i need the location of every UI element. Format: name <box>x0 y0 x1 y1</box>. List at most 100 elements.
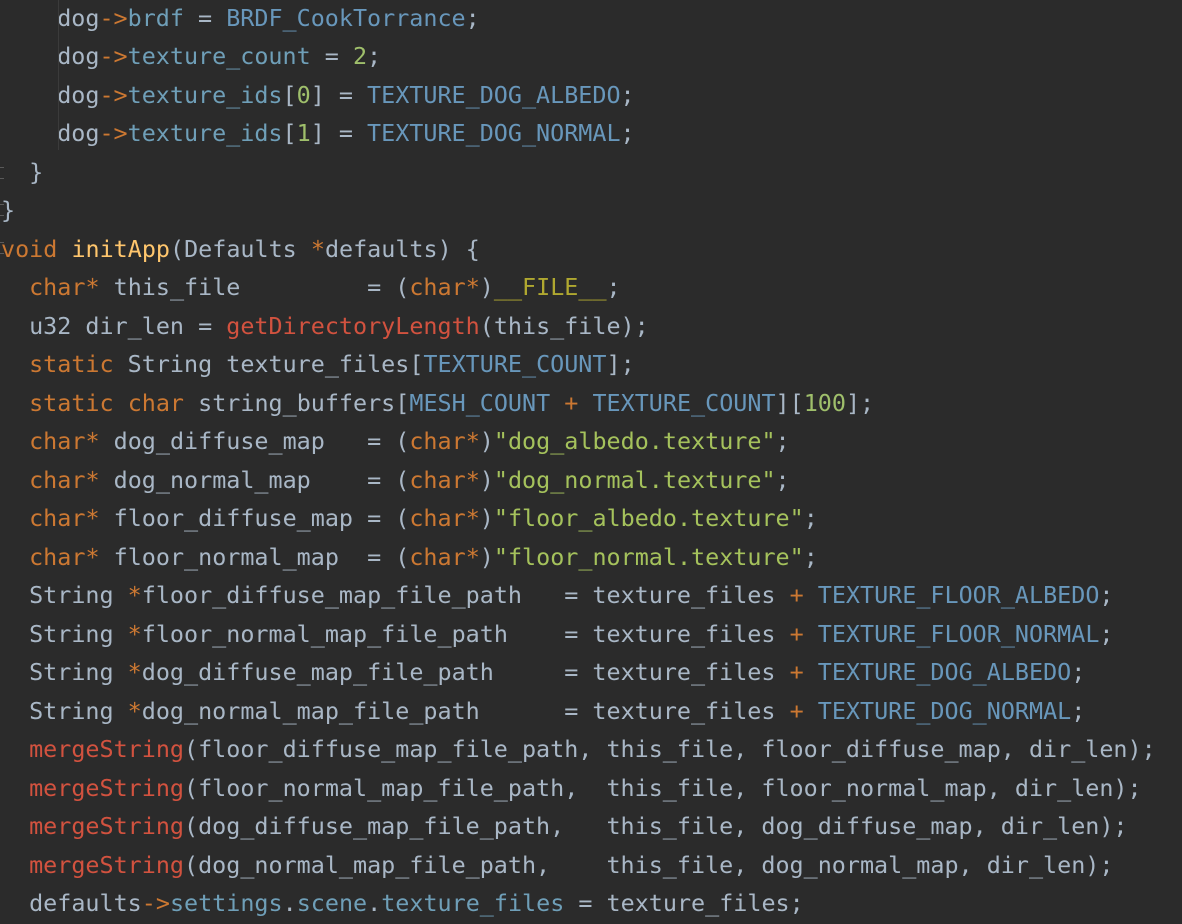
code-token: dog_normal_map = ( <box>99 465 410 494</box>
fold-marker-icon[interactable] <box>0 242 4 254</box>
code-token: char <box>409 542 466 571</box>
code-token: dog_normal_map_file_path = texture_files <box>141 696 790 725</box>
fold-marker-icon[interactable] <box>0 204 4 216</box>
code-line[interactable]: defaults->settings.scene.texture_files =… <box>29 884 804 922</box>
code-token: * <box>85 427 100 455</box>
fold-marker-icon[interactable] <box>0 167 4 179</box>
code-token: floor_diffuse_map = ( <box>99 504 410 532</box>
code-line[interactable]: dog->texture_count = 2; <box>57 37 381 75</box>
code-line[interactable]: mergeString(floor_normal_map_file_path, … <box>29 769 1142 807</box>
code-token: ] = <box>310 80 368 109</box>
code-line[interactable]: dog->texture_ids[0] = TEXTURE_DOG_ALBEDO… <box>57 76 634 114</box>
code-token: String <box>29 581 128 609</box>
code-token: ; <box>803 504 818 532</box>
code-token: 2 <box>352 42 368 70</box>
code-line[interactable]: String *dog_diffuse_map_file_path = text… <box>29 653 1085 691</box>
code-token: char <box>29 465 86 494</box>
code-line[interactable]: u32 dir_len = getDirectoryLength(this_fi… <box>29 307 649 345</box>
code-line[interactable]: dog->texture_ids[1] = TEXTURE_DOG_NORMAL… <box>57 114 634 152</box>
code-token: -> <box>99 3 128 32</box>
code-token: dog <box>57 80 100 109</box>
code-token: + <box>789 619 804 648</box>
code-token: TEXTURE_DOG_NORMAL <box>367 119 621 147</box>
code-token: TEXTURE_FLOOR_NORMAL <box>817 619 1100 648</box>
code-line[interactable]: dog->brdf = BRDF_CookTorrance; <box>57 0 480 37</box>
code-token: = texture_files; <box>564 889 804 917</box>
code-token: * <box>85 504 100 532</box>
code-token: __FILE__ <box>493 273 607 301</box>
code-token: ; <box>620 119 635 147</box>
code-line[interactable]: } <box>29 153 43 191</box>
code-token: (floor_normal_map_file_path, this_file, … <box>184 773 1142 802</box>
code-token: 0 <box>296 80 311 109</box>
code-token: char <box>29 273 86 301</box>
code-token: char <box>409 427 466 455</box>
code-token: ]; <box>845 388 875 417</box>
code-line[interactable]: mergeString(dog_normal_map_file_path, th… <box>29 846 1113 884</box>
code-token: -> <box>99 42 128 70</box>
code-line[interactable]: char* dog_diffuse_map = (char*)"dog_albe… <box>29 422 790 460</box>
code-token: TEXTURE_COUNT <box>423 350 607 378</box>
code-line[interactable]: char* floor_normal_map = (char*)"floor_n… <box>29 538 818 576</box>
code-token: * <box>85 542 100 571</box>
code-token: * <box>465 542 480 571</box>
code-token: (dog_diffuse_map_file_path, this_file, d… <box>184 812 1128 840</box>
code-token: 1 <box>296 119 311 147</box>
code-token: TEXTURE_DOG_ALBEDO <box>817 658 1072 686</box>
code-token: . <box>367 889 382 917</box>
code-line[interactable]: mergeString(floor_diffuse_map_file_path,… <box>29 730 1156 768</box>
code-token: ; <box>1071 696 1086 725</box>
code-token: . <box>282 889 297 917</box>
code-token: mergeString <box>29 735 184 763</box>
code-token: defaults <box>29 889 142 917</box>
code-token: initApp <box>71 234 171 263</box>
code-token: char <box>127 388 185 417</box>
code-token: ; <box>803 542 818 571</box>
code-token: * <box>465 427 480 455</box>
code-token: string_buffers[ <box>184 388 410 417</box>
code-line[interactable]: char* floor_diffuse_map = (char*)"floor_… <box>29 499 818 537</box>
code-token: texture_count <box>127 42 311 70</box>
code-token: TEXTURE_FLOOR_ALBEDO <box>817 581 1100 609</box>
code-token: * <box>127 658 142 686</box>
code-token: ; <box>1099 619 1114 648</box>
code-token: scene <box>296 889 368 917</box>
code-line[interactable]: void initApp(Defaults *defaults) { <box>1 230 480 268</box>
code-token: ][ <box>775 388 804 417</box>
code-token: = <box>310 42 353 70</box>
code-line[interactable]: char* dog_normal_map = (char*)"dog_norma… <box>29 461 790 499</box>
code-token: char <box>29 427 86 455</box>
code-token: + <box>564 388 579 417</box>
code-token: char <box>29 542 86 571</box>
code-line[interactable]: String *floor_normal_map_file_path = tex… <box>29 615 1113 653</box>
code-token: MESH_COUNT <box>409 388 551 417</box>
code-token: texture_files <box>381 889 565 917</box>
code-token: String <box>29 619 128 648</box>
code-token: + <box>789 581 804 609</box>
code-line[interactable]: String *floor_diffuse_map_file_path = te… <box>29 576 1113 614</box>
code-line[interactable]: mergeString(dog_diffuse_map_file_path, t… <box>29 807 1127 845</box>
code-token: -> <box>99 80 128 109</box>
code-line[interactable]: static char string_buffers[MESH_COUNT + … <box>29 384 874 422</box>
code-token: defaults) { <box>324 234 480 263</box>
code-token: texture_ids <box>127 119 283 147</box>
code-token: ) <box>479 504 494 532</box>
code-token: mergeString <box>29 812 184 840</box>
code-token: String <box>29 696 128 725</box>
code-token: this_file = ( <box>99 273 410 301</box>
code-line[interactable]: static String texture_files[TEXTURE_COUN… <box>29 345 635 383</box>
code-token: ; <box>1099 581 1114 609</box>
code-token: mergeString <box>29 773 184 802</box>
code-token: ; <box>367 42 382 70</box>
code-token: mergeString <box>29 850 184 879</box>
code-line[interactable]: String *dog_normal_map_file_path = textu… <box>29 692 1085 730</box>
code-line[interactable]: char* this_file = (char*)__FILE__; <box>29 268 621 306</box>
code-token: (Defaults <box>170 234 311 263</box>
code-editor[interactable]: dog->brdf = BRDF_CookTorrance; dog->textu… <box>0 0 1182 924</box>
code-token: floor_normal_map = ( <box>99 542 410 571</box>
code-token: + <box>789 658 804 686</box>
code-token: u32 dir_len = <box>29 311 227 340</box>
